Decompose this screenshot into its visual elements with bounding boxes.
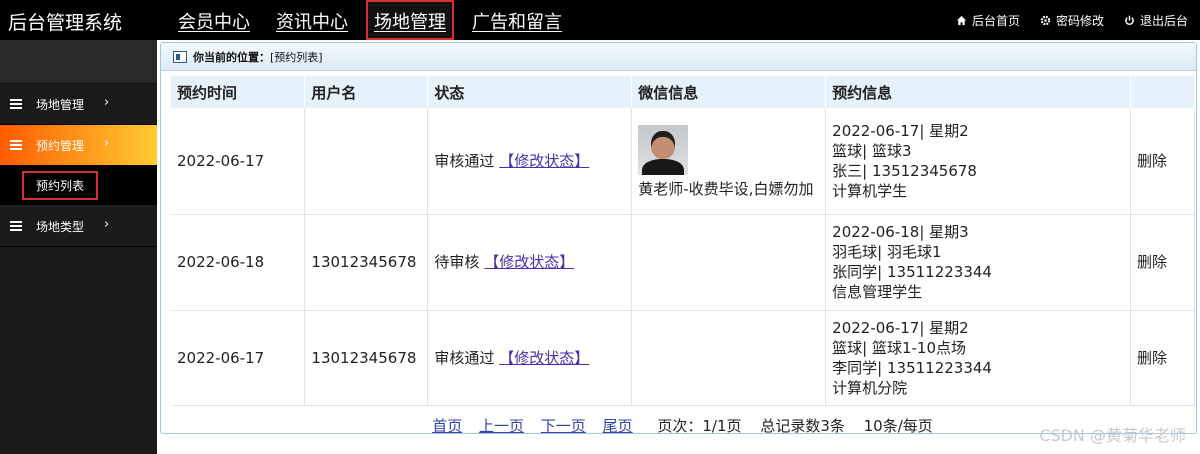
header-reservation-time: 预约时间 — [171, 76, 306, 108]
cell-status: 审核通过 【修改状态】 — [427, 108, 633, 215]
next-page-link[interactable]: 下一页 — [541, 417, 586, 435]
menu-icon — [10, 99, 22, 109]
info-line: 2022-06-18| 星期3 — [832, 223, 969, 241]
breadcrumb: 你当前的位置： [预约列表] — [161, 43, 1196, 71]
info-line: 计算机分院 — [832, 378, 908, 397]
info-line: 计算机学生 — [832, 181, 908, 200]
delete-link[interactable]: 删除 — [1137, 253, 1167, 271]
sidebar-subitem-container: 预约列表 — [0, 166, 157, 206]
table-header-row: 预约时间 用户名 状态 微信信息 预约信息 — [171, 76, 1195, 108]
power-icon — [1125, 15, 1134, 25]
cell-status: 待审核 【修改状态】 — [427, 214, 633, 311]
info-line: 李同学| 13511223344 — [832, 358, 992, 377]
cell-time: 2022-06-17 — [171, 108, 306, 215]
table-row: 2022-06-17 审核通过 【修改状态】 黄老师-收费毕设,白嫖勿加 202… — [171, 108, 1195, 215]
cell-actions: 删除 — [1130, 310, 1195, 406]
sidebar-item-label: 预约管理 — [36, 138, 85, 153]
chevron-right-icon: › — [104, 217, 110, 232]
sidebar-subitem-reservation-list[interactable]: 预约列表 — [22, 171, 99, 200]
info-line: 信息管理学生 — [832, 283, 923, 301]
breadcrumb-label: 你当前的位置： — [193, 50, 270, 64]
home-icon — [956, 15, 967, 26]
per-page: 10条/每页 — [863, 417, 933, 435]
sidebar-item-venue-type[interactable]: 场地类型 › — [0, 206, 157, 247]
sidebar-item-venue[interactable]: 场地管理 › — [0, 84, 157, 125]
gear-icon — [1040, 15, 1051, 26]
header-status: 状态 — [427, 76, 633, 108]
cell-wechat — [631, 214, 827, 311]
sidebar-header — [0, 40, 157, 84]
main-nav: 会员中心 资讯中心 场地管理 广告和留言 — [170, 0, 580, 40]
table-row: 2022-06-17 13012345678 审核通过 【修改状态】 2022-… — [171, 310, 1195, 406]
last-page-link[interactable]: 尾页 — [603, 417, 633, 435]
prev-page-link[interactable]: 上一页 — [479, 417, 524, 435]
edit-status-link[interactable]: 【修改状态】 — [499, 349, 589, 367]
edit-status-link[interactable]: 【修改状态】 — [499, 152, 589, 170]
menu-icon — [10, 140, 22, 150]
delete-link[interactable]: 删除 — [1137, 152, 1167, 170]
change-password-label: 密码修改 — [1055, 14, 1104, 28]
first-page-link[interactable]: 首页 — [432, 417, 462, 435]
top-bar: 后台管理系统 会员中心 资讯中心 场地管理 广告和留言 后台首页 密码修改 退出… — [0, 0, 1200, 40]
cell-time: 2022-06-17 — [171, 310, 306, 406]
nav-news-center[interactable]: 资讯中心 — [268, 0, 356, 40]
header-actions — [1130, 76, 1195, 108]
admin-home-link[interactable]: 后台首页 — [956, 12, 1020, 29]
cell-info: 2022-06-17| 星期2 篮球| 篮球1-10点场 李同学| 135112… — [825, 310, 1131, 406]
info-line: 张同学| 13511223344 — [832, 263, 992, 281]
info-line: 张三| 13512345678 — [832, 161, 977, 180]
location-icon — [173, 50, 187, 63]
delete-link[interactable]: 删除 — [1137, 349, 1167, 367]
main-content: 你当前的位置： [预约列表] 预约时间 用户名 状态 微信信息 预约信息 202… — [160, 42, 1200, 452]
edit-status-link[interactable]: 【修改状态】 — [484, 253, 574, 271]
info-line: 篮球| 篮球1-10点场 — [832, 338, 967, 357]
chevron-right-icon: › — [104, 136, 110, 151]
logout-label: 退出后台 — [1139, 14, 1188, 28]
table-row: 2022-06-18 13012345678 待审核 【修改状态】 2022-0… — [171, 214, 1195, 311]
cell-actions: 删除 — [1130, 108, 1195, 215]
menu-icon — [10, 221, 22, 231]
wechat-name: 黄老师-收费毕设,白嫖勿加 — [638, 179, 814, 198]
admin-home-label: 后台首页 — [971, 14, 1020, 28]
app-title: 后台管理系统 — [8, 12, 123, 34]
avatar — [638, 124, 689, 175]
nav-ads-messages[interactable]: 广告和留言 — [464, 0, 570, 40]
chevron-right-icon: › — [104, 95, 110, 110]
logout-link[interactable]: 退出后台 — [1124, 12, 1188, 29]
page-info: 页次：1/1页 — [657, 417, 742, 435]
cell-user — [304, 108, 429, 215]
info-line: 2022-06-17| 星期2 — [832, 121, 969, 140]
status-text: 待审核 — [434, 253, 480, 271]
status-text: 审核通过 — [434, 151, 495, 170]
total-records: 总记录数3条 — [760, 417, 845, 435]
header-reservation-info: 预约信息 — [825, 76, 1131, 108]
cell-wechat: 黄老师-收费毕设,白嫖勿加 — [631, 108, 827, 215]
cell-wechat — [631, 310, 827, 406]
reservation-table: 预约时间 用户名 状态 微信信息 预约信息 2022-06-17 审核通过 【修… — [171, 76, 1195, 406]
info-line: 2022-06-17| 星期2 — [832, 318, 969, 337]
cell-time: 2022-06-18 — [171, 214, 306, 311]
header-wechat-info: 微信信息 — [631, 76, 827, 108]
nav-member-center[interactable]: 会员中心 — [170, 0, 258, 40]
cell-status: 审核通过 【修改状态】 — [427, 310, 633, 406]
sidebar: 场地管理 › 预约管理 › 预约列表 场地类型 › — [0, 40, 157, 454]
info-line: 羽毛球| 羽毛球1 — [832, 243, 942, 261]
sidebar-item-label: 场地类型 — [36, 219, 85, 234]
sidebar-item-reservation[interactable]: 预约管理 › — [0, 125, 157, 166]
change-password-link[interactable]: 密码修改 — [1040, 12, 1104, 29]
cell-actions: 删除 — [1130, 214, 1195, 311]
top-links: 后台首页 密码修改 退出后台 — [956, 12, 1188, 29]
cell-user: 13012345678 — [304, 214, 429, 311]
cell-user: 13012345678 — [304, 310, 429, 406]
cell-info: 2022-06-17| 星期2 篮球| 篮球3 张三| 13512345678 … — [825, 108, 1131, 215]
breadcrumb-value: [预约列表] — [270, 50, 323, 64]
content-panel: 你当前的位置： [预约列表] 预约时间 用户名 状态 微信信息 预约信息 202… — [160, 42, 1197, 435]
status-text: 审核通过 — [434, 348, 495, 367]
header-username: 用户名 — [304, 76, 429, 108]
watermark: CSDN @黄菊华老师 — [1039, 426, 1186, 445]
info-line: 篮球| 篮球3 — [832, 141, 912, 160]
sidebar-item-label: 场地管理 — [36, 97, 85, 112]
cell-info: 2022-06-18| 星期3 羽毛球| 羽毛球1 张同学| 135112233… — [825, 214, 1131, 311]
nav-venue-management[interactable]: 场地管理 — [366, 0, 454, 40]
